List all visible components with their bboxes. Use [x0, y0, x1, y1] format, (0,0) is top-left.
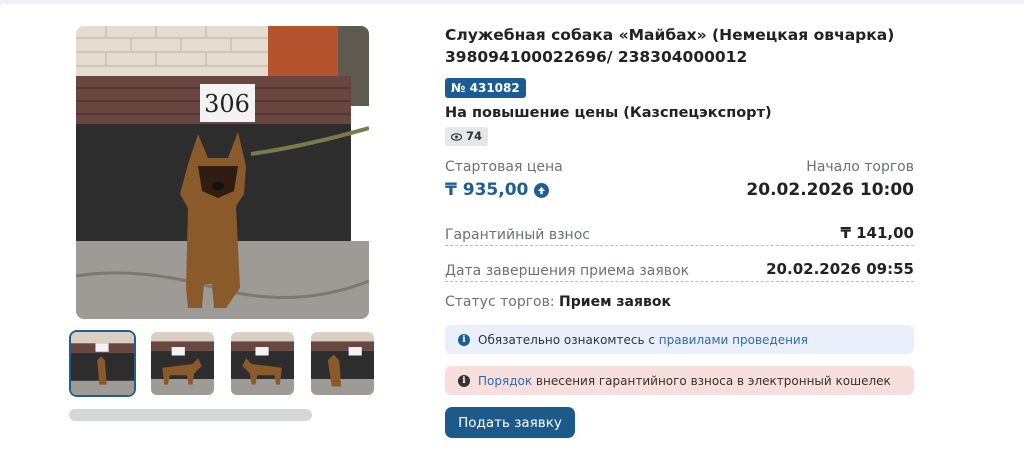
deadline-row: Дата завершения приема заявок 20.02.2026… [445, 260, 914, 282]
views-badge: 74 [445, 127, 489, 146]
deadline-value: 20.02.2026 09:55 [766, 260, 914, 278]
status-label: Статус торгов: [445, 294, 555, 310]
info-icon: i [458, 374, 470, 387]
lot-number-badge: № 431082 [445, 78, 526, 98]
guarantee-label: Гарантийный взнос [445, 227, 590, 243]
rules-notice-text: Обязательно ознакомтесь с [478, 332, 655, 347]
rules-notice: i Обязательно ознакомтесь с правилами пр… [445, 325, 914, 354]
photo-plate-number: 306 [204, 90, 250, 118]
deposit-notice: i Порядок внесения гарантийного взноса в… [445, 366, 914, 395]
rules-link[interactable]: правилами проведения [659, 333, 808, 347]
deadline-label: Дата завершения приема заявок [445, 263, 690, 279]
submit-application-button[interactable]: Подать заявку [445, 407, 575, 438]
auction-start-label: Начало торгов [806, 159, 914, 175]
info-icon: i [458, 333, 470, 346]
thumbnail-3[interactable] [229, 330, 296, 397]
guarantee-value: ₸ 141,00 [840, 224, 914, 242]
auction-type: На повышение цены (Казспецэкспорт) [445, 105, 772, 121]
main-photo[interactable]: 306 [76, 26, 369, 319]
thumbnail-4[interactable] [309, 330, 376, 397]
arrow-up-icon[interactable] [534, 182, 550, 198]
auction-status: Статус торгов: Прием заявок [445, 294, 671, 310]
lot-card: 306 Служебная собака «Майбах» (Немецкая … [0, 0, 1024, 456]
lot-title: Служебная собака «Майбах» (Немецкая овча… [445, 26, 895, 66]
start-price-value: ₸ 935,00 [445, 180, 529, 200]
deposit-notice-text: внесения гарантийного взноса в электронн… [535, 373, 891, 388]
gallery-scrollbar[interactable] [69, 409, 312, 421]
eye-icon [451, 132, 462, 141]
start-price: ₸ 935,00 [445, 180, 550, 200]
deposit-procedure-link[interactable]: Порядок [478, 374, 532, 388]
guarantee-row: Гарантийный взнос ₸ 141,00 [445, 224, 914, 246]
thumbnail-1[interactable] [69, 330, 136, 397]
thumbnail-2[interactable] [149, 330, 216, 397]
thumbnail-strip [69, 330, 376, 397]
auction-start-value: 20.02.2026 10:00 [746, 180, 914, 200]
start-price-label: Стартовая цена [445, 159, 563, 175]
views-count: 74 [466, 129, 483, 143]
status-value: Прием заявок [559, 294, 671, 310]
